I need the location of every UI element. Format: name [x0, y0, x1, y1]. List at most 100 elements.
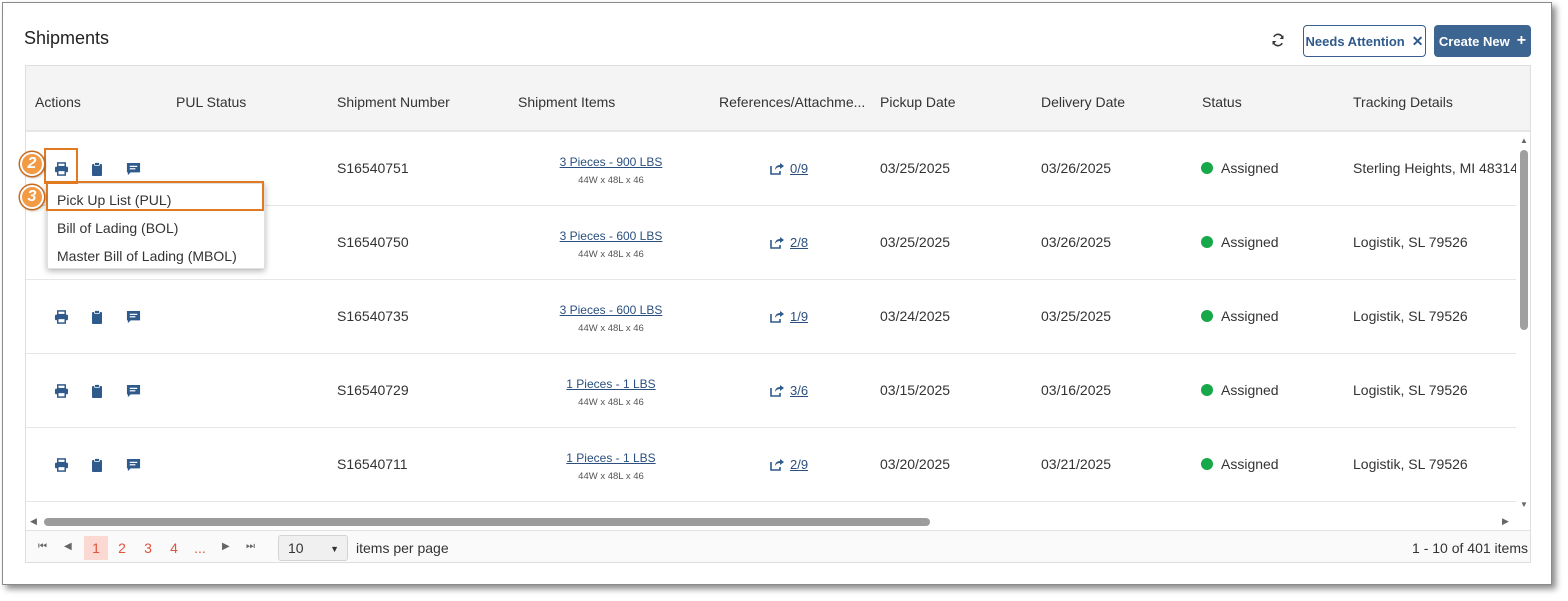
pickup-date: 03/24/2025 — [880, 308, 951, 324]
comment-icon — [126, 384, 140, 397]
print-button[interactable] — [52, 456, 70, 474]
references-link[interactable]: 3/6 — [770, 383, 808, 398]
references-count: 2/8 — [790, 235, 809, 250]
row-actions — [52, 308, 152, 326]
clipboard-button[interactable] — [88, 160, 106, 178]
comment-button[interactable] — [124, 308, 142, 326]
shipment-items-link[interactable]: 1 Pieces - 1 LBS — [506, 451, 716, 465]
share-icon — [770, 385, 784, 397]
column-header-tracking-details[interactable]: Tracking Details — [1353, 94, 1453, 110]
tracking-details: Logistik, SL 79526 — [1353, 456, 1468, 472]
shipment-dimensions: 44W x 48L x 46 — [578, 323, 644, 334]
comment-button[interactable] — [124, 160, 142, 178]
scroll-up-icon[interactable]: ▲ — [1520, 136, 1528, 145]
clipboard-button[interactable] — [88, 456, 106, 474]
status-badge: Assigned — [1201, 308, 1279, 324]
shipment-items-link[interactable]: 3 Pieces - 900 LBS — [506, 155, 716, 169]
scroll-left-icon[interactable]: ◀ — [30, 516, 37, 527]
last-page-icon[interactable]: ⏭ — [246, 541, 255, 552]
vertical-scrollbar[interactable]: ▲ ▼ — [1516, 132, 1530, 514]
step-2-callout: 2 — [20, 152, 44, 176]
shipment-dimensions: 44W x 48L x 46 — [578, 397, 644, 408]
first-page-icon[interactable]: ⏮ — [38, 541, 47, 552]
share-icon — [770, 237, 784, 249]
clipboard-icon — [92, 162, 102, 176]
status-text: Assigned — [1221, 308, 1279, 324]
table-row: S16540729 1 Pieces - 1 LBS 44W x 48L x 4… — [26, 354, 1516, 428]
shipment-number: S16540735 — [337, 308, 409, 324]
horizontal-scrollbar[interactable]: ◀ ▶ — [26, 514, 1516, 530]
status-dot — [1201, 162, 1213, 174]
delivery-date: 03/21/2025 — [1041, 456, 1112, 472]
close-icon[interactable]: ✕ — [1412, 33, 1424, 50]
column-header-references[interactable]: References/Attachme... — [719, 94, 867, 110]
column-header-status[interactable]: Status — [1202, 94, 1242, 110]
comment-button[interactable] — [124, 456, 142, 474]
clipboard-icon — [92, 458, 102, 472]
scroll-right-icon[interactable]: ▶ — [1502, 516, 1509, 527]
print-button[interactable] — [52, 382, 70, 400]
status-badge: Assigned — [1201, 382, 1279, 398]
share-icon — [770, 459, 784, 471]
create-new-button[interactable]: Create New + — [1434, 25, 1531, 57]
share-icon — [770, 163, 784, 175]
shipment-number: S16540729 — [337, 382, 409, 398]
status-text: Assigned — [1221, 234, 1279, 250]
status-dot — [1201, 236, 1213, 248]
page-number-current[interactable]: 1 — [84, 536, 108, 560]
previous-page-icon[interactable]: ◀ — [64, 541, 72, 552]
shipment-number: S16540751 — [337, 160, 409, 176]
table-row: S16540711 1 Pieces - 1 LBS 44W x 48L x 4… — [26, 428, 1516, 502]
comment-button[interactable] — [124, 382, 142, 400]
plus-icon: + — [1516, 32, 1527, 49]
clipboard-button[interactable] — [88, 382, 106, 400]
delivery-date: 03/16/2025 — [1041, 382, 1112, 398]
printer-icon — [54, 384, 68, 398]
highlight-pick-up-list — [46, 181, 264, 211]
clipboard-icon — [92, 384, 102, 398]
references-link[interactable]: 1/9 — [770, 309, 808, 324]
menu-item-master-bill-of-lading[interactable]: Master Bill of Lading (MBOL) — [48, 242, 266, 270]
shipment-items-link[interactable]: 3 Pieces - 600 LBS — [506, 229, 716, 243]
column-header-actions[interactable]: Actions — [35, 94, 81, 110]
column-header-shipment-items[interactable]: Shipment Items — [518, 94, 615, 110]
pickup-date: 03/25/2025 — [880, 160, 951, 176]
refresh-button[interactable] — [1268, 30, 1288, 50]
tracking-details: Sterling Heights, MI 48314 — [1353, 160, 1516, 176]
shipment-items-link[interactable]: 3 Pieces - 600 LBS — [506, 303, 716, 317]
row-actions — [52, 382, 152, 400]
next-page-icon[interactable]: ▶ — [222, 541, 230, 552]
comment-icon — [126, 310, 140, 323]
page-number[interactable]: 4 — [162, 536, 186, 560]
references-count: 0/9 — [790, 161, 809, 176]
page-number[interactable]: 2 — [110, 536, 134, 560]
references-link[interactable]: 2/8 — [770, 235, 808, 250]
column-header-pul-status[interactable]: PUL Status — [176, 94, 246, 110]
page-number[interactable]: 3 — [136, 536, 160, 560]
vertical-scroll-thumb[interactable] — [1520, 150, 1528, 330]
clipboard-button[interactable] — [88, 308, 106, 326]
pagination-range: 1 - 10 of 401 items — [1412, 540, 1528, 556]
pickup-date: 03/20/2025 — [880, 456, 951, 472]
print-button[interactable] — [52, 308, 70, 326]
column-header-pickup-date[interactable]: Pickup Date — [880, 94, 955, 110]
status-badge: Assigned — [1201, 234, 1279, 250]
references-link[interactable]: 2/9 — [770, 457, 808, 472]
shipment-items-link[interactable]: 1 Pieces - 1 LBS — [506, 377, 716, 391]
tracking-details: Logistik, SL 79526 — [1353, 382, 1468, 398]
share-icon — [770, 311, 784, 323]
references-link[interactable]: 0/9 — [770, 161, 808, 176]
clipboard-icon — [92, 310, 102, 324]
horizontal-scroll-thumb[interactable] — [44, 518, 930, 526]
page-more[interactable]: ... — [188, 536, 212, 560]
delivery-date: 03/26/2025 — [1041, 160, 1112, 176]
needs-attention-filter-button[interactable]: Needs Attention ✕ — [1303, 25, 1426, 57]
scroll-down-icon[interactable]: ▼ — [1520, 500, 1528, 509]
printer-icon — [54, 458, 68, 472]
page-size-select[interactable]: 10 ▼ — [278, 535, 348, 561]
tracking-details: Logistik, SL 79526 — [1353, 234, 1468, 250]
menu-item-bill-of-lading[interactable]: Bill of Lading (BOL) — [48, 214, 266, 242]
column-header-delivery-date[interactable]: Delivery Date — [1041, 94, 1125, 110]
column-header-shipment-number[interactable]: Shipment Number — [337, 94, 450, 110]
status-text: Assigned — [1221, 382, 1279, 398]
